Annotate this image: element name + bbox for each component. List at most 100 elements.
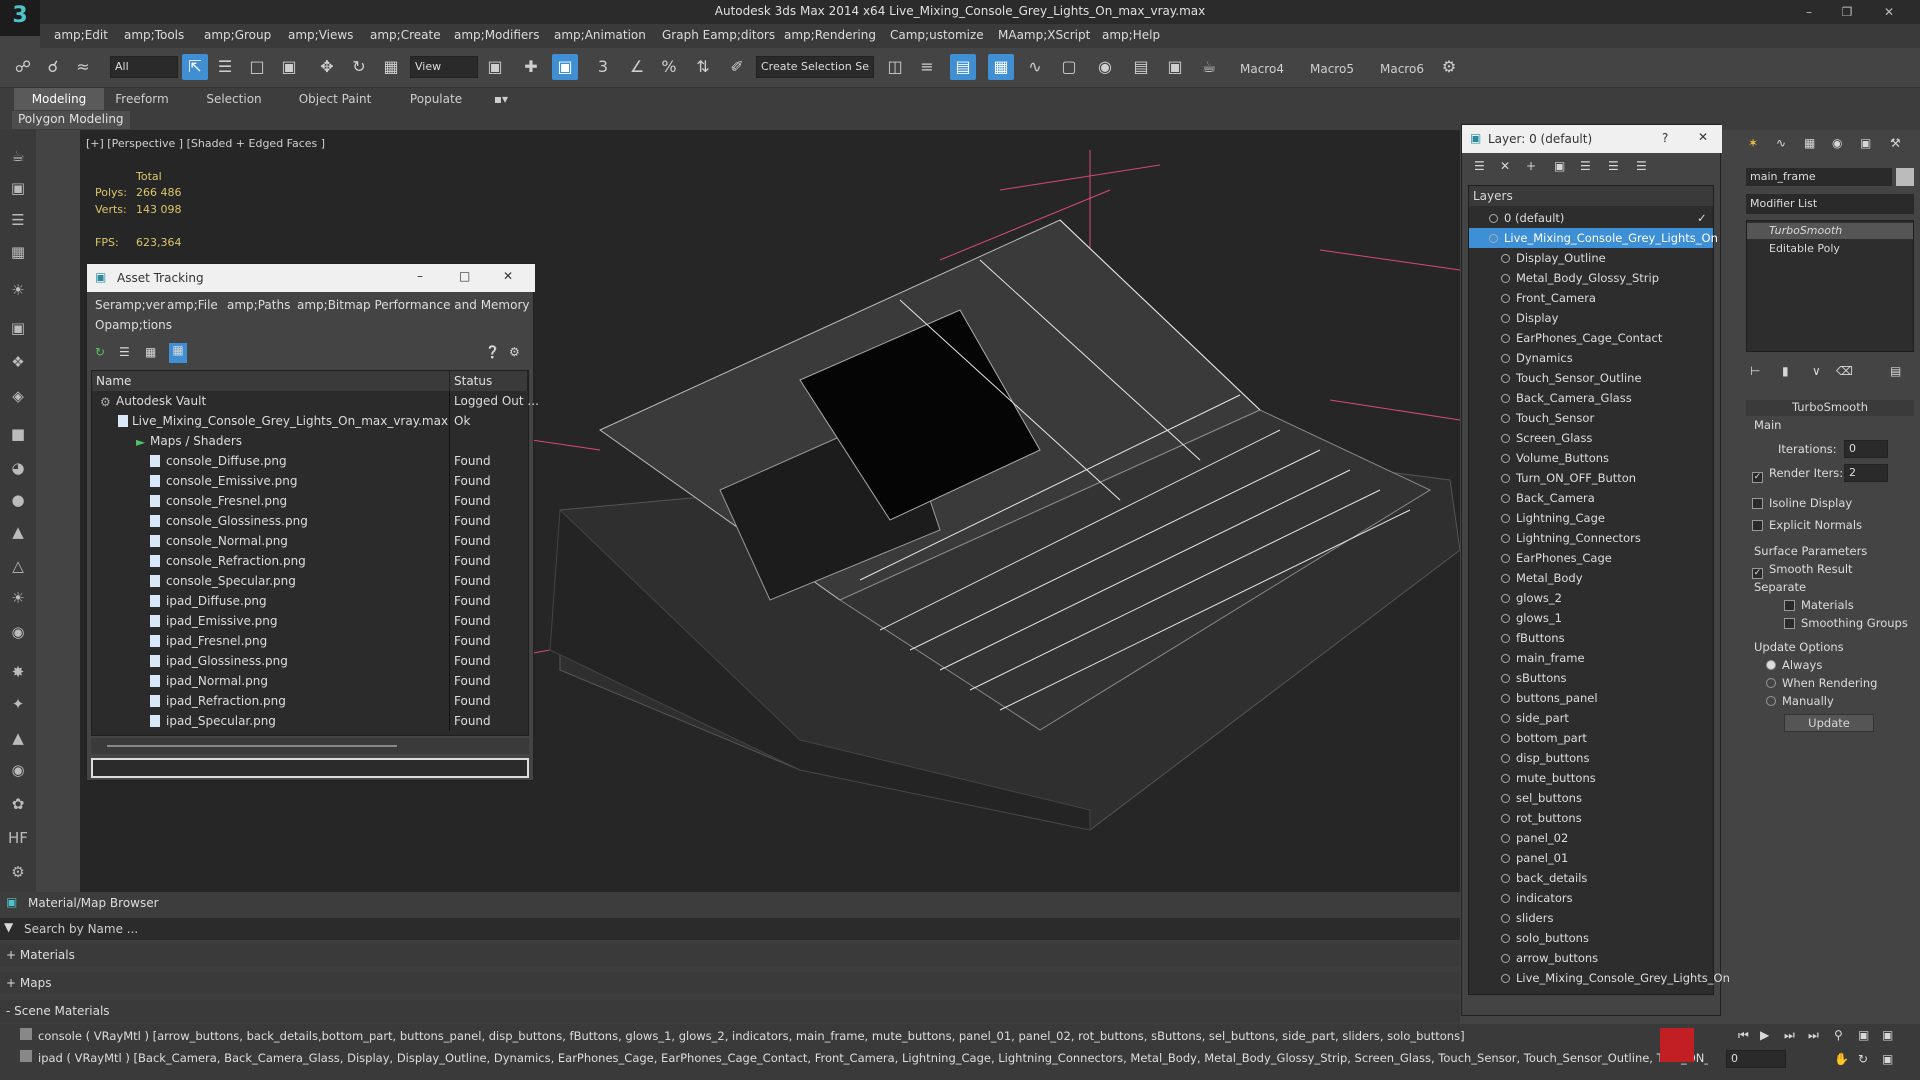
layer-item[interactable]: arrow_buttons bbox=[1469, 948, 1713, 968]
when-rendering-row[interactable]: When Rendering bbox=[1766, 676, 1877, 690]
tab-object-paint[interactable]: Object Paint bbox=[290, 88, 380, 110]
polygon-modeling-panel[interactable]: Polygon Modeling bbox=[12, 111, 130, 129]
close-button[interactable]: ✕ bbox=[1874, 2, 1904, 22]
current-frame-field[interactable]: 0 bbox=[1726, 1050, 1786, 1068]
list-view-icon[interactable]: ☰ bbox=[119, 345, 130, 359]
layer-item[interactable]: side_part bbox=[1469, 708, 1713, 728]
layer-item[interactable]: buttons_panel bbox=[1469, 688, 1713, 708]
snap-toggle-icon[interactable]: 3 bbox=[590, 54, 616, 80]
configure-sets-icon[interactable]: ▤ bbox=[1890, 364, 1901, 378]
object-color-swatch[interactable] bbox=[1896, 168, 1914, 186]
render-icon[interactable]: ▣ bbox=[6, 176, 30, 200]
menu-paths[interactable]: amp;Paths bbox=[227, 298, 290, 312]
layer-item[interactable]: back_details bbox=[1469, 868, 1713, 888]
max-script-listener-indicator[interactable] bbox=[1660, 1028, 1694, 1062]
select-by-name-icon[interactable]: ☰ bbox=[212, 54, 238, 80]
display-tab-icon[interactable]: ▣ bbox=[1860, 136, 1871, 150]
toggle-ribbon-icon[interactable]: ▦ bbox=[988, 54, 1014, 80]
asset-tracking-titlebar[interactable]: ▣ Asset Tracking – □ ✕ bbox=[87, 264, 535, 292]
named-selection-set-dropdown[interactable]: Create Selection Se bbox=[756, 56, 874, 78]
layer-item[interactable]: main_frame bbox=[1469, 648, 1713, 668]
layer-item[interactable]: panel_01 bbox=[1469, 848, 1713, 868]
render-iters-spinner[interactable]: 2 bbox=[1844, 464, 1888, 482]
menu-options[interactable]: Opamp;tions bbox=[95, 318, 172, 332]
menu-create[interactable]: amp;Create bbox=[370, 28, 441, 42]
menu-modifiers[interactable]: amp;Modifiers bbox=[454, 28, 539, 42]
app-logo-icon[interactable]: 3 bbox=[0, 0, 40, 36]
manipulate-icon[interactable]: ✚ bbox=[518, 54, 544, 80]
play-icon[interactable]: ▶ bbox=[1760, 1028, 1769, 1042]
menu-edit[interactable]: amp;Edit bbox=[54, 28, 108, 42]
go-to-start-icon[interactable]: ⏮ bbox=[1738, 1028, 1749, 1043]
layer-item[interactable]: mute_buttons bbox=[1469, 768, 1713, 788]
layer-item[interactable]: Lightning_Connectors bbox=[1469, 528, 1713, 548]
select-objects-icon[interactable]: ▣ bbox=[1554, 159, 1565, 173]
menu-bitmap-performance[interactable]: amp;Bitmap Performance and Memory bbox=[297, 298, 530, 312]
layer-item[interactable]: disp_buttons bbox=[1469, 748, 1713, 768]
menu-file[interactable]: amp;File bbox=[167, 298, 218, 312]
select-object-icon[interactable]: ⇱ bbox=[182, 54, 208, 80]
menu-tools[interactable]: amp;Tools bbox=[124, 28, 184, 42]
when-rendering-radio[interactable] bbox=[1766, 678, 1776, 688]
orbit-icon[interactable]: ↻ bbox=[1858, 1052, 1868, 1066]
next-frame-icon[interactable]: ⏭ bbox=[1784, 1028, 1795, 1043]
particles-icon[interactable]: ✸ bbox=[6, 660, 30, 684]
rendered-frame-icon[interactable]: ▣ bbox=[1162, 54, 1188, 80]
render-iters-row[interactable]: ✓ Render Iters: bbox=[1752, 466, 1843, 483]
layer-close-button[interactable]: ✕ bbox=[1698, 130, 1708, 144]
layer-item[interactable]: EarPhones_Cage bbox=[1469, 548, 1713, 568]
dynamics-icon[interactable]: ✦ bbox=[6, 692, 30, 716]
table-row[interactable]: Autodesk Vault Logged Out ... bbox=[92, 391, 539, 411]
light-icon[interactable]: ☀ bbox=[6, 278, 30, 302]
manually-radio[interactable] bbox=[1766, 696, 1776, 706]
list-icon[interactable]: ☰ bbox=[6, 208, 30, 232]
explicit-normals-checkbox[interactable] bbox=[1752, 520, 1763, 531]
menu-customize[interactable]: Camp;ustomize bbox=[890, 28, 984, 42]
layer-item[interactable]: Lightning_Cage bbox=[1469, 508, 1713, 528]
ribbon-options-icon[interactable]: ▪▾ bbox=[486, 88, 516, 110]
materials-row[interactable]: Materials bbox=[1784, 598, 1854, 612]
layer-item[interactable]: bottom_part bbox=[1469, 728, 1713, 748]
smooth-result-checkbox[interactable]: ✓ bbox=[1752, 568, 1763, 579]
plant-icon[interactable]: ✿ bbox=[6, 792, 30, 816]
highlight-layer-icon[interactable]: ☰ bbox=[1580, 159, 1591, 173]
turbosmooth-rollout-title[interactable]: TurboSmooth bbox=[1746, 400, 1914, 416]
menu-group[interactable]: amp;Group bbox=[204, 28, 271, 42]
layer-item[interactable]: Dynamics bbox=[1469, 348, 1713, 368]
layer-item[interactable]: Metal_Body_Glossy_Strip bbox=[1469, 268, 1713, 288]
dome-light-icon[interactable]: ▲ bbox=[6, 520, 30, 544]
smoothing-groups-row[interactable]: Smoothing Groups bbox=[1784, 616, 1908, 630]
macro6-button[interactable]: Macro6 bbox=[1380, 62, 1424, 76]
layer-item[interactable]: Display bbox=[1469, 308, 1713, 328]
minimize-button[interactable]: – bbox=[1794, 2, 1824, 22]
settings-help-icon[interactable]: ⚙ bbox=[509, 345, 520, 359]
manually-row[interactable]: Manually bbox=[1766, 694, 1834, 708]
layer-item-selected[interactable]: Live_Mixing_Console_Grey_Lights_On bbox=[1469, 228, 1718, 248]
macro5-button[interactable]: Macro5 bbox=[1310, 62, 1354, 76]
hide-layers-icon[interactable]: ☰ bbox=[1608, 159, 1619, 173]
layer-item[interactable]: fButtons bbox=[1469, 628, 1713, 648]
freeze-layers-icon[interactable]: ☰ bbox=[1636, 159, 1647, 173]
iterations-spinner[interactable]: 0 bbox=[1844, 440, 1888, 458]
utilities-tab-icon[interactable]: ⚒ bbox=[1890, 136, 1901, 150]
zoom-icon[interactable]: ⚲ bbox=[1834, 1028, 1843, 1042]
render-iters-checkbox[interactable]: ✓ bbox=[1752, 472, 1763, 483]
create-tab-icon[interactable]: ✶ bbox=[1748, 136, 1758, 150]
layer-item[interactable]: Volume_Buttons bbox=[1469, 448, 1713, 468]
create-layer-icon[interactable]: ☰ bbox=[1474, 159, 1485, 173]
layer-item[interactable]: Screen_Glass bbox=[1469, 428, 1713, 448]
layer-item[interactable]: 0 (default) ✓ bbox=[1469, 208, 1713, 228]
tab-modeling[interactable]: Modeling bbox=[14, 88, 104, 110]
keyboard-shortcut-icon[interactable]: ▣ bbox=[552, 54, 578, 80]
camera-icon[interactable]: ▣ bbox=[6, 316, 30, 340]
menu-animation[interactable]: amp;Animation bbox=[554, 28, 646, 42]
material-sphere-icon[interactable]: ◉ bbox=[6, 620, 30, 644]
percent-snap-icon[interactable]: % bbox=[656, 54, 682, 80]
helper-icon[interactable]: ❖ bbox=[6, 350, 30, 374]
menu-rendering[interactable]: amp;Rendering bbox=[784, 28, 876, 42]
layer-item[interactable]: Touch_Sensor_Outline bbox=[1469, 368, 1713, 388]
sun-icon[interactable]: ☀ bbox=[6, 586, 30, 610]
scrollbar-thumb[interactable] bbox=[107, 745, 397, 747]
grid-icon[interactable]: ▦ bbox=[6, 240, 30, 264]
stack-item-turbosmooth[interactable]: TurboSmooth bbox=[1747, 223, 1913, 239]
